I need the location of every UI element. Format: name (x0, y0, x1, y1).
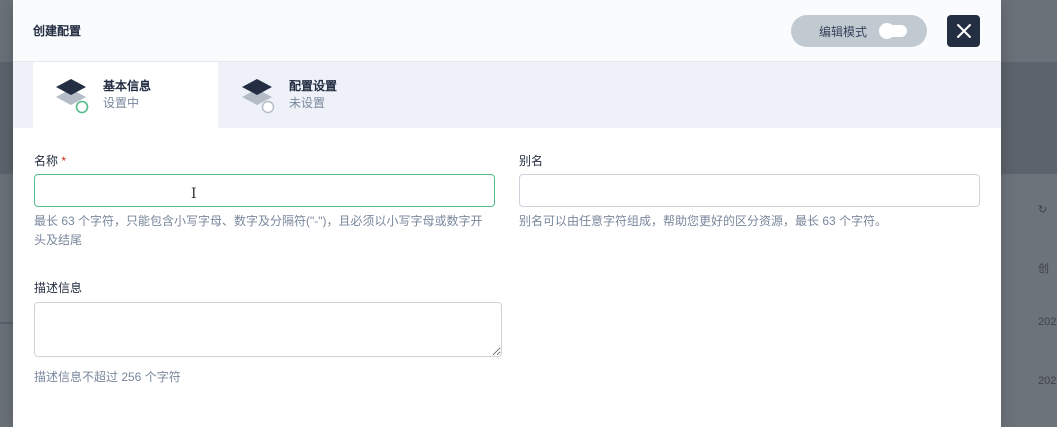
create-config-modal: 创建配置 编辑模式 基本信息 设置中 配置设置 未设置 名称 * 最长 63 个… (13, 0, 1001, 427)
background-divider (0, 322, 13, 324)
step-title: 基本信息 (103, 79, 152, 93)
required-mark: * (61, 154, 67, 168)
background-text: 202 (1038, 375, 1057, 387)
layers-icon (239, 75, 275, 115)
steps-bar: 基本信息 设置中 配置设置 未设置 (13, 62, 1001, 128)
edit-mode-toggle[interactable]: 编辑模式 (791, 15, 927, 47)
alias-label: 别名 (519, 154, 544, 168)
edit-mode-label: 编辑模式 (819, 24, 868, 39)
background-refresh-icon: ↻ (1038, 204, 1048, 216)
background-text: 创 (1038, 263, 1049, 275)
step-status: 未设置 (289, 96, 326, 110)
step-title: 配置设置 (289, 79, 338, 93)
name-input[interactable] (34, 174, 495, 207)
description-hint: 描述信息不超过 256 个字符 (34, 370, 181, 384)
close-icon (956, 24, 971, 38)
name-label: 名称 * (34, 154, 67, 168)
description-label: 描述信息 (34, 281, 83, 295)
background-list-area (1001, 174, 1057, 427)
name-hint: 最长 63 个字符，只能包含小写字母、数字及分隔符("-")，且必须以小写字母或… (34, 214, 483, 247)
step-basic-info[interactable]: 基本信息 设置中 (33, 62, 218, 128)
toggle-switch[interactable] (879, 23, 908, 39)
alias-input[interactable] (519, 174, 980, 207)
alias-hint: 别名可以由任意字符组成，帮助您更好的区分资源，最长 63 个字符。 (519, 214, 888, 228)
background-text: 202 (1038, 316, 1057, 328)
close-button[interactable] (947, 15, 980, 47)
toggle-knob (879, 23, 896, 39)
step-status: 设置中 (103, 96, 140, 110)
layers-icon (53, 75, 89, 115)
modal-header: 创建配置 编辑模式 (13, 0, 1001, 62)
modal-title: 创建配置 (33, 24, 82, 38)
step-config-settings[interactable]: 配置设置 未设置 (219, 62, 404, 128)
description-textarea[interactable] (34, 302, 502, 357)
